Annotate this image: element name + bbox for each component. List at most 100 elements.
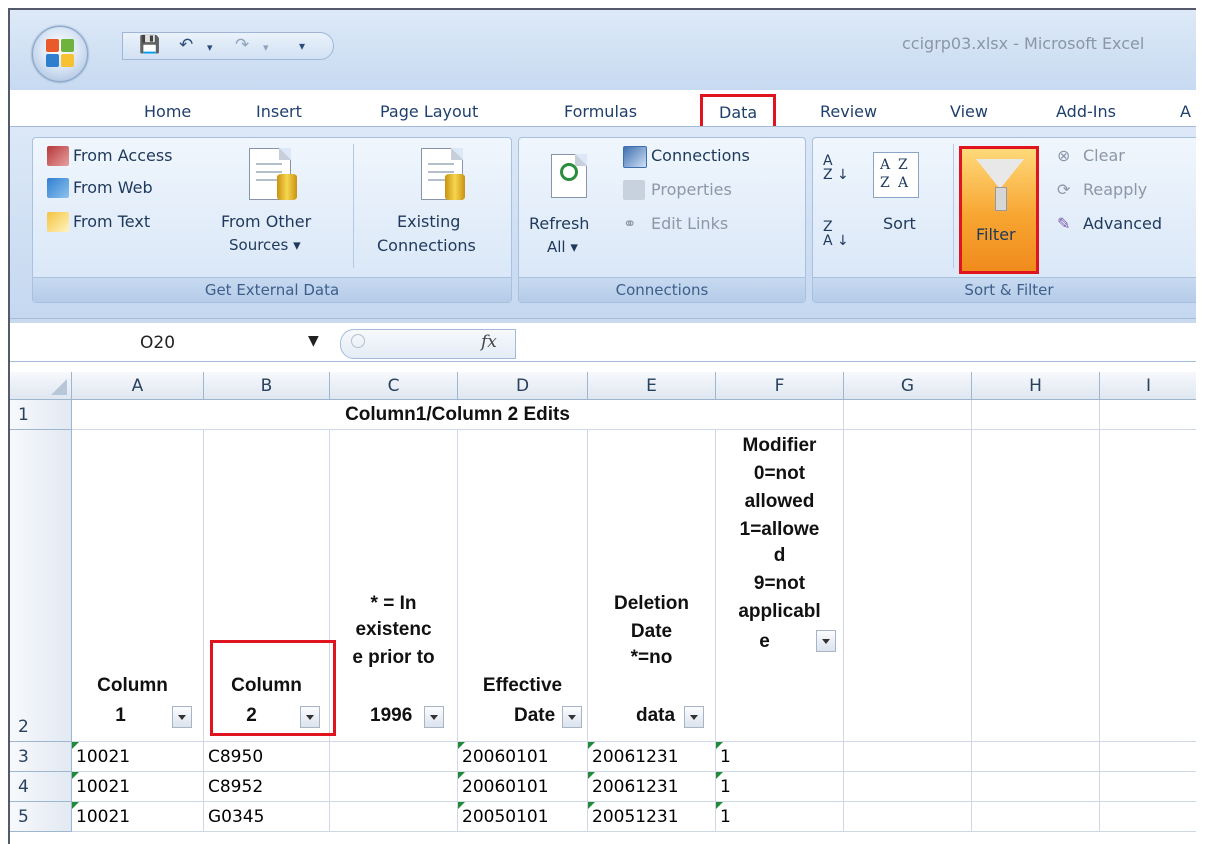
name-box-dropdown-icon[interactable]: ▼ (308, 333, 319, 349)
tab-home[interactable]: Home (144, 102, 191, 121)
filter-dropdown-a[interactable] (172, 706, 192, 728)
cell-i3[interactable] (1100, 742, 1196, 772)
advanced-button[interactable]: Advanced (1083, 214, 1162, 233)
column-header-b[interactable]: B (204, 372, 330, 400)
cell-a5[interactable]: 10021 (72, 802, 204, 832)
column-header-g[interactable]: G (844, 372, 972, 400)
insert-function-icon[interactable]: fx (481, 332, 497, 352)
redo-icon[interactable]: ↷ (235, 35, 249, 55)
filter-button[interactable]: Filter (959, 146, 1039, 274)
cell-h5[interactable] (972, 802, 1100, 832)
column-header-d[interactable]: D (458, 372, 588, 400)
properties-button[interactable]: Properties (651, 180, 732, 199)
column-header-e[interactable]: E (588, 372, 716, 400)
undo-dropdown-icon[interactable]: ▾ (207, 41, 213, 54)
cell-c5[interactable] (330, 802, 458, 832)
quick-access-toolbar: 💾 ↶ ▾ ↷ ▾ ▾ (122, 32, 334, 60)
cell-d2[interactable]: Effective Date (458, 430, 588, 742)
cell-a4[interactable]: 10021 (72, 772, 204, 802)
reapply-button[interactable]: Reapply (1083, 180, 1147, 199)
row-header-5[interactable]: 5 (10, 802, 72, 832)
edit-links-button[interactable]: Edit Links (651, 214, 728, 233)
header-e-line-3: *=no (630, 647, 673, 668)
filter-dropdown-f[interactable] (816, 630, 836, 652)
connections-icon (623, 146, 647, 168)
cell-g4[interactable] (844, 772, 972, 802)
cell-g1[interactable] (844, 400, 972, 430)
from-text-button[interactable]: From Text (73, 212, 150, 231)
office-button[interactable] (32, 26, 88, 82)
cell-e4[interactable]: 20061231 (588, 772, 716, 802)
cell-f2[interactable]: Modifier 0=not allowed 1=allowe d 9=not … (716, 430, 844, 742)
group-label-sort-filter: Sort & Filter (813, 277, 1196, 302)
tab-review[interactable]: Review (820, 102, 877, 121)
cell-e2[interactable]: Deletion Date *=no data (588, 430, 716, 742)
cell-h1[interactable] (972, 400, 1100, 430)
select-all-button[interactable] (10, 372, 72, 400)
column-header-f[interactable]: F (716, 372, 844, 400)
save-icon[interactable]: 💾 (139, 35, 160, 55)
cell-d3[interactable]: 20060101 (458, 742, 588, 772)
column-header-h[interactable]: H (972, 372, 1100, 400)
cell-c2[interactable]: * = In existenc e prior to 1996 (330, 430, 458, 742)
filter-dropdown-d[interactable] (562, 706, 582, 728)
tab-add-ins[interactable]: Add-Ins (1056, 102, 1116, 121)
from-web-button[interactable]: From Web (73, 178, 153, 197)
cell-f3[interactable]: 1 (716, 742, 844, 772)
cell-f4[interactable]: 1 (716, 772, 844, 802)
group-connections: Refresh All ▾ Connections Properties ⚭ E… (518, 137, 806, 303)
cell-b4[interactable]: C8952 (204, 772, 330, 802)
cell-a3[interactable]: 10021 (72, 742, 204, 772)
cell-b3[interactable]: C8950 (204, 742, 330, 772)
cell-g2[interactable] (844, 430, 972, 742)
cell-h4[interactable] (972, 772, 1100, 802)
sort-z-to-a-icon[interactable]: ZA ↓ (823, 220, 849, 248)
cell-a1-merged[interactable]: Column1/Column 2 Edits (72, 400, 844, 430)
cell-e5-value: 20051231 (592, 807, 679, 827)
cell-i1[interactable] (1100, 400, 1196, 430)
connections-button[interactable]: Connections (651, 146, 750, 165)
tab-insert[interactable]: Insert (256, 102, 302, 121)
row-header-4[interactable]: 4 (10, 772, 72, 802)
name-box[interactable]: O20 ▼ (80, 331, 334, 357)
cell-h2[interactable] (972, 430, 1100, 742)
sort-a-to-z-icon[interactable]: AZ ↓ (823, 154, 849, 182)
column-header-c[interactable]: C (330, 372, 458, 400)
row-header-3[interactable]: 3 (10, 742, 72, 772)
row-header-1[interactable]: 1 (10, 400, 72, 430)
cell-e3[interactable]: 20061231 (588, 742, 716, 772)
header-f-line-3: allowed (744, 491, 815, 512)
cell-e5[interactable]: 20051231 (588, 802, 716, 832)
filter-dropdown-e[interactable] (684, 706, 704, 728)
cell-g3[interactable] (844, 742, 972, 772)
row-header-2[interactable]: 2 (10, 430, 72, 742)
cell-g5[interactable] (844, 802, 972, 832)
cell-c3[interactable] (330, 742, 458, 772)
from-access-button[interactable]: From Access (73, 146, 173, 165)
tab-formulas[interactable]: Formulas (564, 102, 637, 121)
cell-f5[interactable]: 1 (716, 802, 844, 832)
connections-label: Connections (377, 236, 476, 255)
undo-icon[interactable]: ↶ (179, 35, 193, 55)
cell-i2[interactable] (1100, 430, 1196, 742)
cell-d4[interactable]: 20060101 (458, 772, 588, 802)
cell-i4[interactable] (1100, 772, 1196, 802)
formula-input[interactable] (516, 331, 1196, 357)
column-header-a[interactable]: A (72, 372, 204, 400)
clear-button[interactable]: Clear (1083, 146, 1125, 165)
tab-page-layout[interactable]: Page Layout (380, 102, 478, 121)
redo-dropdown-icon[interactable]: ▾ (263, 41, 269, 54)
cell-h3[interactable] (972, 742, 1100, 772)
tab-view[interactable]: View (950, 102, 988, 121)
tab-more[interactable]: A (1180, 102, 1191, 121)
filter-dropdown-c[interactable] (424, 706, 444, 728)
column-header-i[interactable]: I (1100, 372, 1196, 400)
cell-i5[interactable] (1100, 802, 1196, 832)
refresh-icon (551, 154, 587, 198)
cell-c4[interactable] (330, 772, 458, 802)
cell-a2[interactable]: Column 1 (72, 430, 204, 742)
customize-qat-icon[interactable]: ▾ (299, 39, 305, 53)
cell-b5[interactable]: G0345 (204, 802, 330, 832)
cell-d5[interactable]: 20050101 (458, 802, 588, 832)
title-cell-text: Column1/Column 2 Edits (345, 404, 570, 425)
